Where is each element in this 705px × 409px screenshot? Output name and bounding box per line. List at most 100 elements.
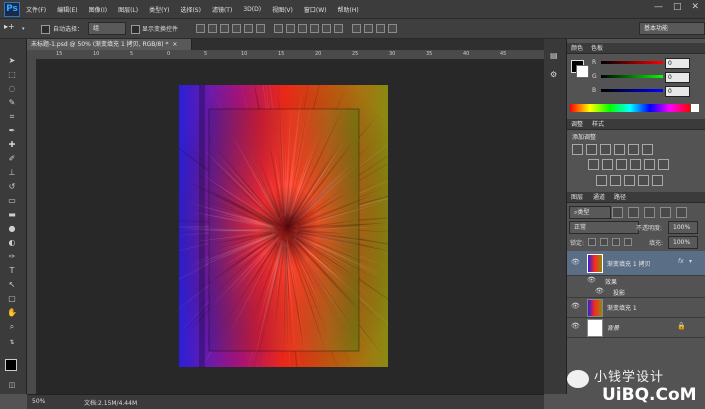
auto-select-dropdown[interactable]: 组: [88, 22, 126, 35]
align-icon[interactable]: [220, 24, 229, 33]
adjustment-icon[interactable]: [610, 175, 621, 186]
align-icon[interactable]: [196, 24, 205, 33]
align-icon[interactable]: [352, 24, 361, 33]
tab-paths[interactable]: 路径: [614, 193, 626, 202]
menu-help[interactable]: 帮助(H): [338, 5, 359, 14]
lock-image-icon[interactable]: [600, 238, 608, 246]
tool-preset-chevron-icon[interactable]: ▾: [22, 26, 25, 32]
zoom-level[interactable]: 50%: [32, 398, 45, 405]
tab-layers[interactable]: 图层: [571, 193, 583, 202]
blur-tool-icon[interactable]: ●: [6, 223, 18, 234]
filter-adjustment-icon[interactable]: [628, 207, 639, 218]
type-tool-icon[interactable]: T: [6, 265, 18, 276]
channel-g-value[interactable]: 0: [665, 72, 690, 83]
artwork-canvas[interactable]: [179, 85, 388, 367]
zoom-tool-icon[interactable]: ⌕: [6, 321, 18, 332]
swap-colors-icon[interactable]: ⇅: [6, 337, 18, 348]
healing-brush-tool-icon[interactable]: ✚: [6, 139, 18, 150]
align-icon[interactable]: [322, 24, 331, 33]
layer-name[interactable]: 渐变填充 1: [607, 303, 637, 312]
align-icon[interactable]: [232, 24, 241, 33]
properties-panel-icon[interactable]: ⚙: [550, 70, 557, 79]
blend-mode-dropdown[interactable]: 正常: [569, 221, 639, 234]
show-transform-checkbox[interactable]: [131, 25, 140, 34]
lock-position-icon[interactable]: [612, 238, 620, 246]
minimize-button[interactable]: —: [654, 2, 663, 12]
layer-row-gradient[interactable]: 👁 渐变填充 1: [567, 297, 705, 318]
stamp-tool-icon[interactable]: ⊥: [6, 167, 18, 178]
align-icon[interactable]: [310, 24, 319, 33]
adjustment-icon[interactable]: [658, 159, 669, 170]
history-brush-tool-icon[interactable]: ↺: [6, 181, 18, 192]
tab-color[interactable]: 颜色: [571, 44, 583, 53]
workspace-dropdown[interactable]: 基本功能: [639, 22, 705, 35]
eye-icon[interactable]: 👁: [571, 258, 580, 267]
align-icon[interactable]: [376, 24, 385, 33]
layer-row-background[interactable]: 👁 背景 🔒: [567, 317, 705, 338]
menu-layer[interactable]: 图层(L): [118, 5, 138, 14]
document-tab[interactable]: 未标题-1.psd @ 50% (渐变填充 1 拷贝, RGB/8) * ×: [27, 39, 192, 50]
maximize-button[interactable]: □: [673, 2, 682, 12]
filter-smart-icon[interactable]: [676, 207, 687, 218]
history-panel-icon[interactable]: ▤: [550, 51, 558, 60]
eye-icon[interactable]: 👁: [571, 322, 580, 331]
spectrum-white-swatch[interactable]: [691, 104, 699, 112]
adjustment-icon[interactable]: [572, 144, 583, 155]
lock-transparent-icon[interactable]: [588, 238, 596, 246]
tab-adjustments[interactable]: 调整: [571, 120, 583, 129]
menu-3d[interactable]: 3D(D): [243, 6, 261, 13]
hand-tool-icon[interactable]: ✋: [6, 307, 18, 318]
eye-icon[interactable]: 👁: [571, 302, 580, 311]
brush-tool-icon[interactable]: ✐: [6, 153, 18, 164]
lasso-tool-icon[interactable]: ◌: [6, 83, 18, 94]
pen-tool-icon[interactable]: ✑: [6, 251, 18, 262]
menu-view[interactable]: 视图(V): [272, 5, 293, 14]
foreground-color-swatch[interactable]: [5, 359, 17, 371]
path-select-tool-icon[interactable]: ↖: [6, 279, 18, 290]
menu-edit[interactable]: 编辑(E): [57, 5, 77, 14]
auto-select-checkbox[interactable]: [41, 25, 50, 34]
lock-all-icon[interactable]: [624, 238, 632, 246]
adjustment-icon[interactable]: [628, 144, 639, 155]
adjustment-icon[interactable]: [616, 159, 627, 170]
tab-swatches[interactable]: 色板: [591, 44, 603, 53]
fill-input[interactable]: 100%: [668, 236, 698, 249]
menu-select[interactable]: 选择(S): [180, 5, 201, 14]
menu-image[interactable]: 图像(I): [89, 5, 107, 14]
menu-type[interactable]: 类型(Y): [149, 5, 169, 14]
close-button[interactable]: ✕: [691, 2, 699, 12]
adjustment-icon[interactable]: [624, 175, 635, 186]
eraser-tool-icon[interactable]: ▭: [6, 195, 18, 206]
layer-name[interactable]: 背景: [607, 323, 619, 332]
menu-filter[interactable]: 滤镜(T): [212, 5, 232, 14]
adjustment-icon[interactable]: [642, 144, 653, 155]
adjustment-icon[interactable]: [596, 175, 607, 186]
layer-row-gradient-copy[interactable]: 👁 渐变填充 1 拷贝 fx ▾: [567, 251, 705, 276]
align-icon[interactable]: [244, 24, 253, 33]
dodge-tool-icon[interactable]: ◐: [6, 237, 18, 248]
channel-r-slider[interactable]: [601, 61, 663, 64]
close-tab-icon[interactable]: ×: [172, 41, 177, 48]
marquee-tool-icon[interactable]: ⬚: [6, 69, 18, 80]
channel-g-slider[interactable]: [601, 75, 663, 78]
channel-b-value[interactable]: 0: [665, 86, 690, 97]
opacity-input[interactable]: 100%: [668, 221, 698, 234]
quick-mask-icon[interactable]: ◫: [6, 380, 18, 391]
tab-styles[interactable]: 样式: [592, 120, 604, 129]
adjustment-icon[interactable]: [644, 159, 655, 170]
adjustment-icon[interactable]: [638, 175, 649, 186]
align-icon[interactable]: [364, 24, 373, 33]
align-icon[interactable]: [208, 24, 217, 33]
align-icon[interactable]: [286, 24, 295, 33]
menu-file[interactable]: 文件(F): [26, 5, 46, 14]
quick-select-tool-icon[interactable]: ✎: [6, 97, 18, 108]
channel-b-slider[interactable]: [601, 89, 663, 92]
eyedropper-tool-icon[interactable]: ✒: [6, 125, 18, 136]
tab-channels[interactable]: 通道: [593, 193, 605, 202]
align-icon[interactable]: [256, 24, 265, 33]
align-icon[interactable]: [274, 24, 283, 33]
shape-tool-icon[interactable]: ▢: [6, 293, 18, 304]
eye-icon[interactable]: 👁: [595, 287, 604, 296]
layer-filter-dropdown[interactable]: ⌕类型: [569, 206, 611, 219]
filter-type-icon[interactable]: [644, 207, 655, 218]
